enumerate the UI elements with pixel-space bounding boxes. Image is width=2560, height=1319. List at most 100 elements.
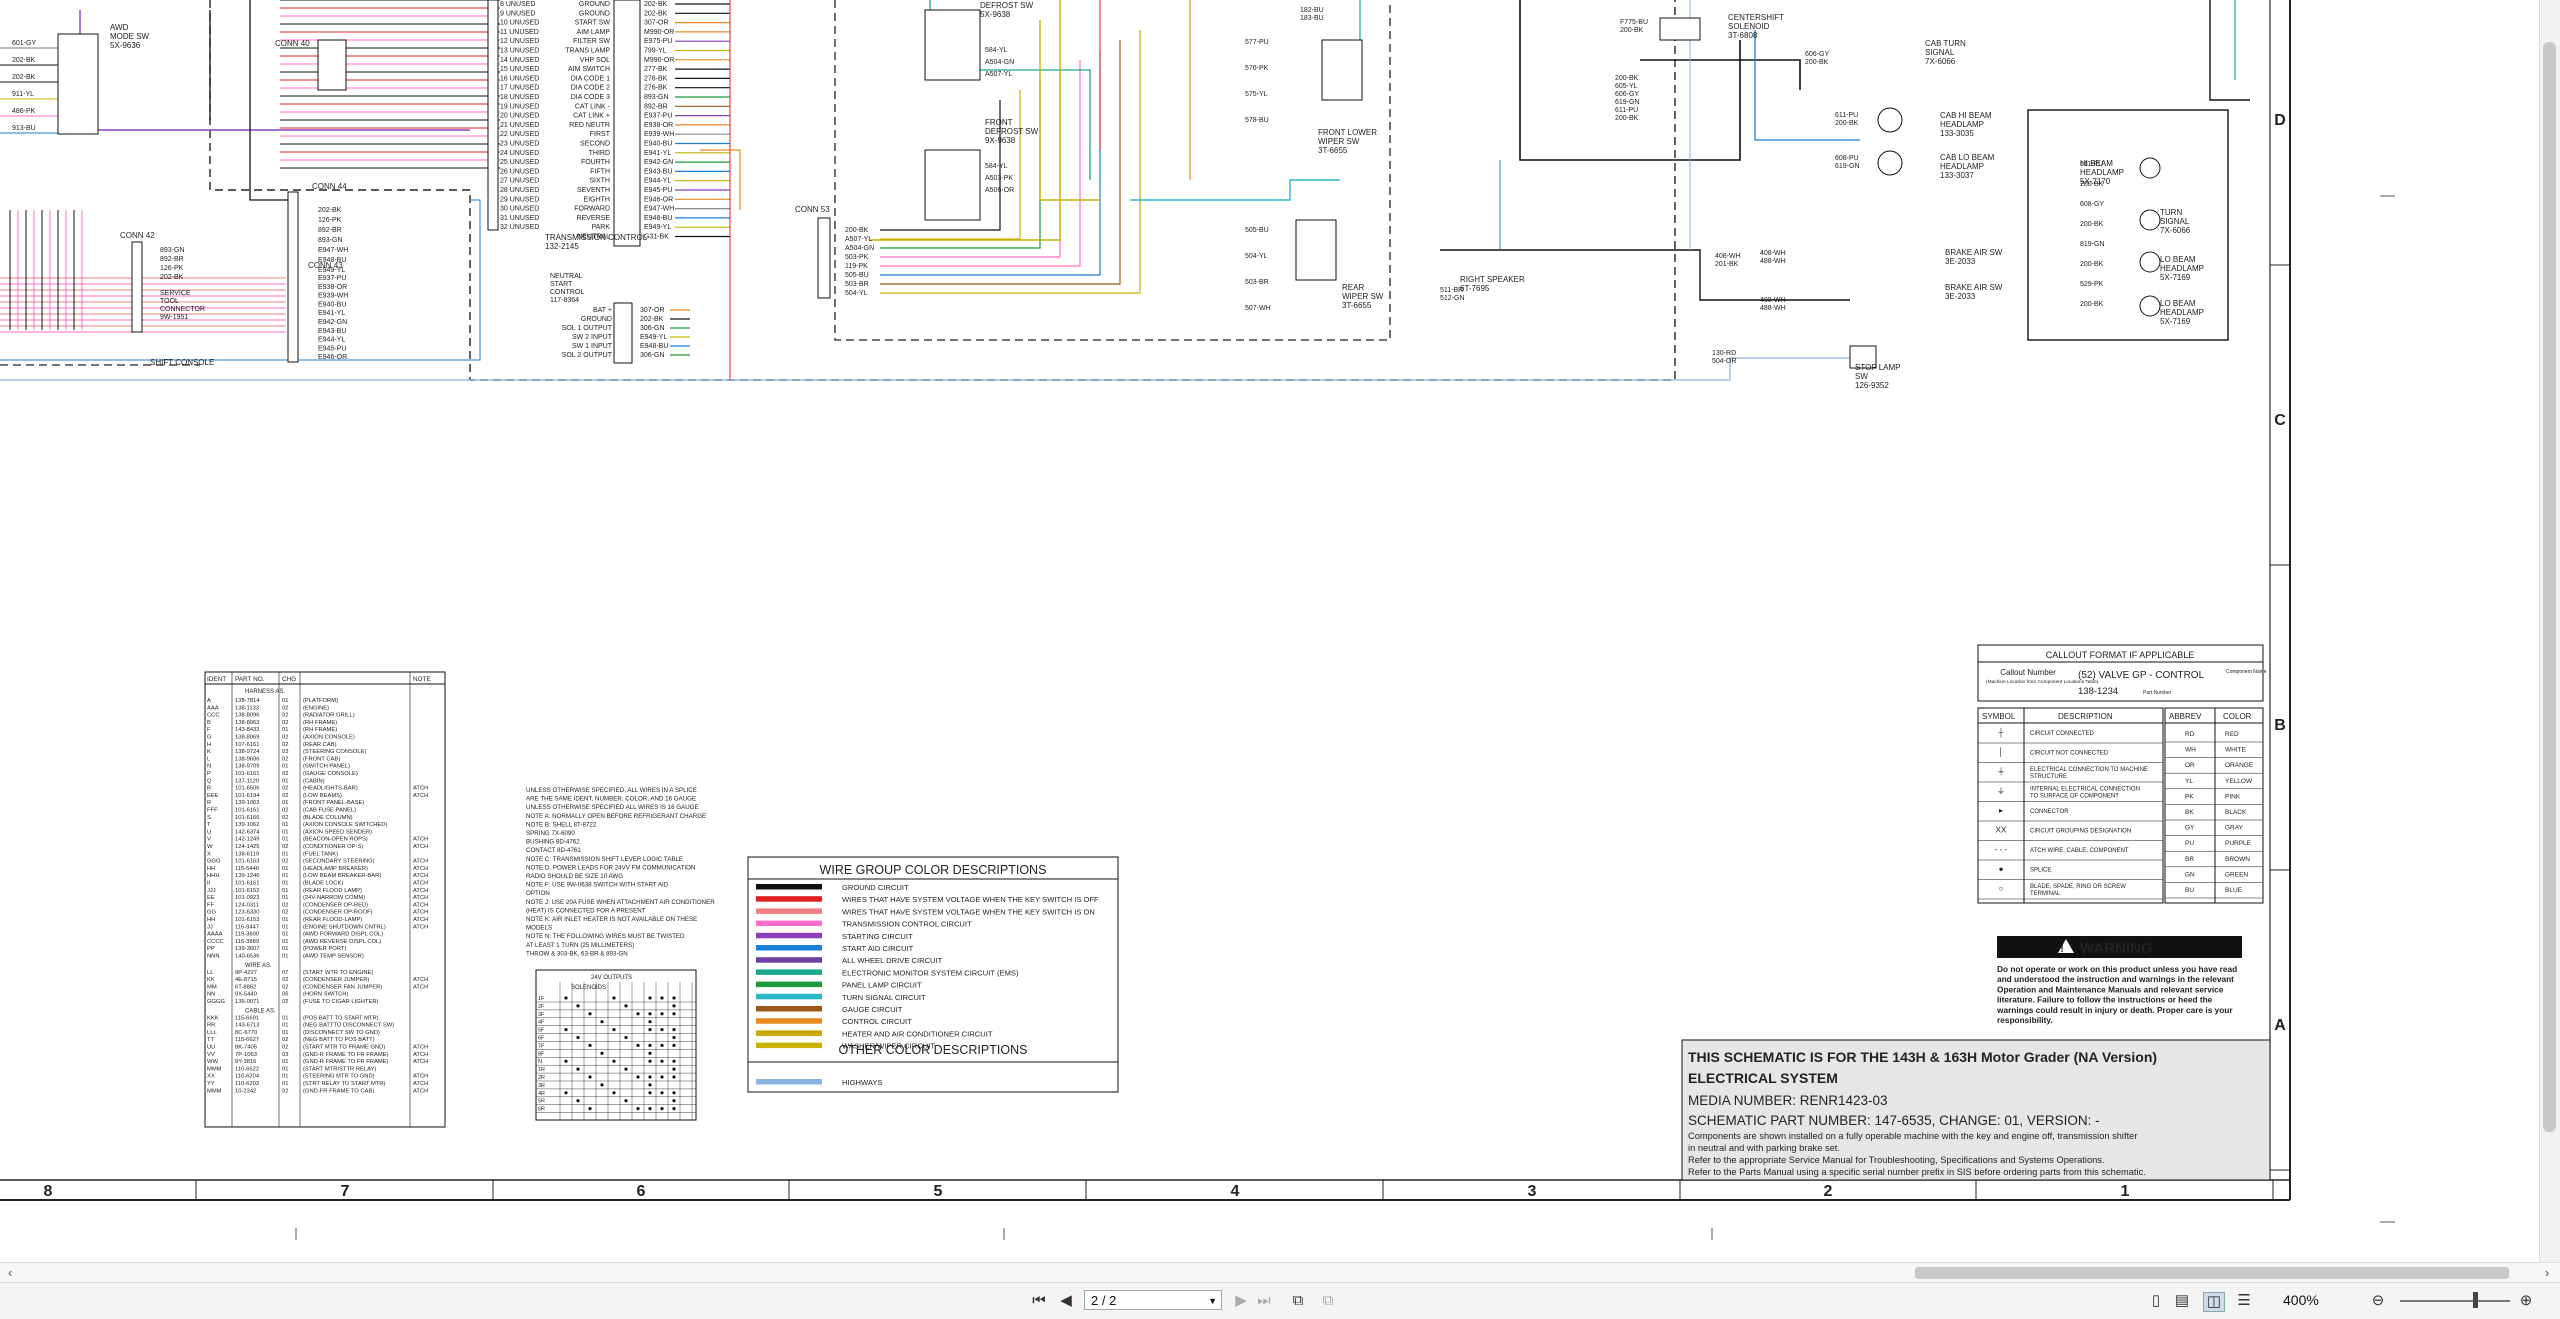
harness-table-cell: T xyxy=(207,822,211,828)
transmission-wire-label: E946-OR xyxy=(644,196,673,203)
solenoid-body xyxy=(1659,17,1701,41)
warning-icon-mark: ! xyxy=(2060,944,2063,955)
harness-table-cell: (CONDENSER OP-RED) xyxy=(303,902,368,908)
harness-table-cell: 01 xyxy=(282,851,288,857)
harness-table-cell: 02 xyxy=(282,902,288,908)
harness-table-cell: (AXION SPEED SENDER) xyxy=(303,829,372,835)
harness-table-cell: (POS BATT TO START MTR) xyxy=(303,1015,379,1021)
harness-table-cell: 9X-5440 xyxy=(235,992,257,998)
snapshot-icon[interactable]: ⧉ xyxy=(1288,1292,1308,1310)
legend-swatch xyxy=(756,969,822,975)
conn53-wire-label: A507-YL xyxy=(845,236,872,243)
transmission-signal-label: DIA CODE 1 xyxy=(571,75,610,82)
warning-text-line: warnings could result in injury or death… xyxy=(1996,1005,2233,1015)
note-line: (HEAT) IS CONNECTED FOR A PRESENT xyxy=(526,907,646,914)
horizontal-scrollbar[interactable]: ‹ › xyxy=(0,1262,2560,1283)
zoom-slider-handle[interactable] xyxy=(2473,1292,2478,1308)
transmission-signal-label: RED NEUTR xyxy=(569,122,610,129)
connector-body xyxy=(487,0,499,231)
vertical-scrollbar[interactable] xyxy=(2539,0,2560,1262)
transmission-wire-label: 276-BK xyxy=(644,85,668,92)
harness-table-cell: 139-1246 xyxy=(235,873,260,879)
conn40-wire-label: 18 UNUSED xyxy=(500,94,539,101)
last-page-icon[interactable]: ⏭ xyxy=(1254,1292,1274,1310)
harness-table-cell: 8C-6770 xyxy=(235,1030,257,1036)
grid-column-label: 6 xyxy=(637,1183,646,1200)
harness-table-cell: 01 xyxy=(282,873,288,879)
harness-table-cell: 01 xyxy=(282,1015,288,1021)
harness-table-cell: FF xyxy=(207,902,215,908)
harness-table-cell: (CONDITIONER OP-S) xyxy=(303,844,363,850)
harness-table-cell: Q xyxy=(207,778,212,784)
title-block: THIS SCHEMATIC IS FOR THE 143H & 163H Mo… xyxy=(1681,1039,2271,1181)
fit-view-icon[interactable]: ☰ xyxy=(2234,1292,2254,1310)
scroll-left-icon[interactable]: ‹ xyxy=(8,1265,12,1280)
previous-page-icon[interactable]: ◀ xyxy=(1056,1292,1076,1310)
legend-swatch xyxy=(756,908,822,914)
harness-table-cell: GGGG xyxy=(207,999,226,1005)
zoom-level[interactable]: 400% xyxy=(2283,1292,2319,1308)
abbrev-color: WHITE xyxy=(2225,747,2247,754)
abbrev-color: PINK xyxy=(2225,793,2241,800)
vertical-scroll-thumb[interactable] xyxy=(2543,42,2556,1132)
harness-table-cell: (POWER PORT) xyxy=(303,946,346,952)
harness-table-cell: K xyxy=(207,749,211,755)
horizontal-scroll-thumb[interactable] xyxy=(1915,1267,2509,1279)
logic-dot xyxy=(612,996,616,1000)
harness-table-cell: A xyxy=(207,698,211,704)
harness-table-cell: ATCH xyxy=(413,977,428,983)
zoom-slider[interactable] xyxy=(2400,1300,2510,1302)
transmission-wire-label: 307-OR xyxy=(644,20,669,27)
harness-table-cell: 110-6522 xyxy=(235,1066,259,1072)
harness-table-cell: 107-6161 xyxy=(235,742,260,748)
harness-table-cell: HH xyxy=(207,917,215,923)
logic-dot xyxy=(672,1099,676,1103)
harness-table-cell: (FUSE TO CIGAR LIGHTER) xyxy=(303,999,379,1005)
harness-table-cell: ATCH xyxy=(413,793,428,799)
legend-item-label: PANEL LAMP CIRCUIT xyxy=(842,981,922,990)
scroll-right-icon[interactable]: › xyxy=(2545,1265,2549,1280)
harness-table-cell: MMM xyxy=(207,1066,222,1072)
symbol-glyph: ⏚ xyxy=(1997,787,2005,796)
component-label: CENTERSHIFT SOLENOID 3T-6808 xyxy=(1728,13,1784,40)
single-page-view-icon[interactable]: ▯ xyxy=(2146,1292,2166,1310)
logic-table-gear: 4R xyxy=(538,1091,545,1097)
logic-dot xyxy=(636,1043,640,1047)
abbrev-color: ORANGE xyxy=(2225,762,2254,769)
logic-dot xyxy=(660,1043,664,1047)
connector-label: CONN 40 xyxy=(275,39,310,48)
harness-table-cell: G xyxy=(207,735,212,741)
harness-table-cell: 138-8096 xyxy=(235,713,260,719)
lamp-icon xyxy=(2139,209,2161,231)
neutral-start-wire-label: E949-YL xyxy=(640,334,667,341)
row-ticks: D C B A xyxy=(2270,112,2290,1171)
wire-label: 408-WH 201-BK xyxy=(1715,253,1741,268)
note-line: UNLESS OTHERWISE SPECIFIED, ALL WIRES IN… xyxy=(526,787,697,794)
two-page-view-icon[interactable]: ◫ xyxy=(2203,1292,2225,1312)
harness-table-cell: AAA xyxy=(207,705,219,711)
lamp-wire-label: 200-BK xyxy=(2080,261,2104,268)
page-number-field[interactable]: 2 / 2 ▼ xyxy=(1084,1290,1222,1310)
note-line: AT LEAST 1 TURN (25 MILLIMETERS) xyxy=(526,942,634,949)
transmission-signal-label: SEVENTH xyxy=(577,187,610,194)
harness-table-cell: 01 xyxy=(282,881,288,887)
awd-wire-label: 913-BU xyxy=(12,125,36,132)
left-wire-bundle xyxy=(280,0,500,169)
harness-table-cell: 110-6204 xyxy=(235,1074,260,1080)
harness-section-label: CABLE AS. xyxy=(245,1008,276,1014)
logic-dot xyxy=(564,1091,568,1095)
zoom-in-icon[interactable]: ⊕ xyxy=(2516,1292,2536,1310)
next-page-icon[interactable]: ▶ xyxy=(1231,1292,1251,1310)
neutral-start-pin-label: SW 1 INPUT xyxy=(572,343,613,350)
harness-table-cell: (DISCONNECT SW TO GND) xyxy=(303,1030,380,1036)
title-line: in neutral and with parking brake set. xyxy=(1688,1143,1840,1153)
chevron-down-icon[interactable]: ▼ xyxy=(1208,1291,1217,1311)
neutral-start-pin-label: GROUND xyxy=(581,316,612,323)
continuous-view-icon[interactable]: ▤ xyxy=(2172,1292,2192,1310)
zoom-out-icon[interactable]: ⊖ xyxy=(2368,1292,2388,1310)
harness-table-cell: (AXION CONSOLE) xyxy=(303,735,355,741)
document-viewport[interactable]: DCBA 87654321 IDENT PART NO. CHG NOTE HARNES… xyxy=(0,0,2540,1262)
copy-icon[interactable]: ⧉ xyxy=(1318,1292,1338,1310)
first-page-icon[interactable]: ⏮ xyxy=(1029,1292,1049,1310)
harness-table-cell: (FRONT PANEL-BASE) xyxy=(303,800,364,806)
